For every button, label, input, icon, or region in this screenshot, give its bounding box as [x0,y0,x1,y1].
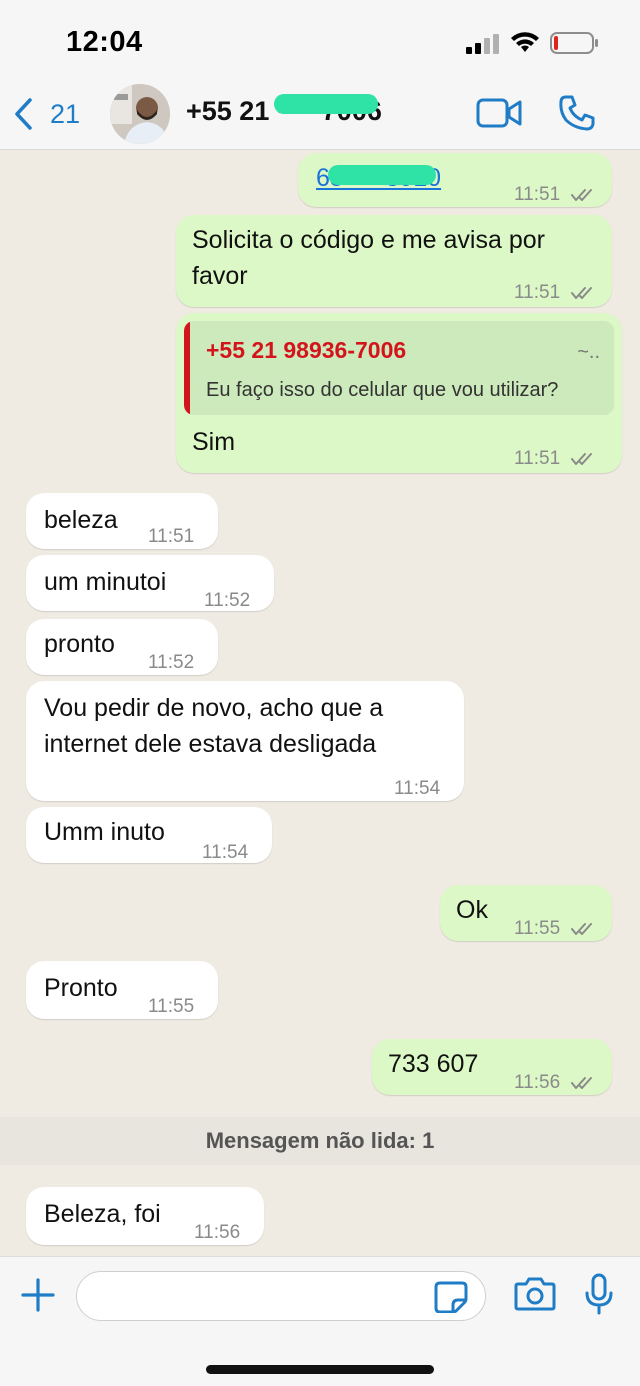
message-text: internet dele estava desligada [44,730,377,758]
message-text: um minutoi [44,568,167,596]
message-text: pronto [44,630,115,658]
message-time: 11:55 [148,996,195,1017]
video-call-icon[interactable] [476,96,522,130]
message-incoming[interactable]: Pronto 11:55 [26,961,218,1019]
message-time: 11:54 [394,778,441,799]
message-incoming[interactable]: Umm inuto 11:54 [26,807,272,863]
cellular-signal-icon [466,34,499,54]
message-outgoing[interactable]: Ok 11:55 [440,885,612,941]
read-ticks-icon [571,922,593,935]
composer-bar [0,1256,640,1386]
message-time: 11:51 [514,184,561,205]
message-incoming[interactable]: pronto 11:52 [26,619,218,675]
read-ticks-icon [571,452,593,465]
message-time: 11:52 [204,590,251,611]
home-indicator [206,1365,434,1374]
quote-author-marker: ~.. [577,341,600,363]
quote-author: +55 21 98936-7006 [206,337,407,363]
unread-divider: Mensagem não lida: 1 [0,1117,640,1165]
redaction-mark [328,165,436,185]
status-time: 12:04 [66,26,143,58]
read-ticks-icon [571,286,593,299]
message-text: Ok [456,896,488,924]
unread-divider-label: Mensagem não lida: 1 [205,1128,435,1153]
avatar-image [110,84,170,144]
phone-icon[interactable] [558,94,596,132]
status-bar: 12:04 [0,0,640,80]
message-time-wrap: 11:51 [514,275,597,310]
message-text: favor [192,262,248,290]
message-outgoing[interactable]: Solicita o código e me avisa por favor 1… [176,215,612,307]
quote-accent-bar [184,321,190,415]
read-ticks-icon [571,188,593,201]
message-time-wrap: 11:51 [514,441,597,476]
plus-icon[interactable] [20,1277,56,1313]
unread-chats-count: 21 [50,98,81,129]
message-time: 11:55 [514,918,561,939]
message-text: 733 607 [388,1050,479,1078]
sticker-icon[interactable] [434,1281,468,1313]
chevron-left-icon [15,98,32,130]
message-text: beleza [44,506,118,534]
message-time: 11:51 [514,448,561,469]
redaction-mark [274,94,378,114]
message-incoming[interactable]: beleza 11:51 [26,493,218,549]
message-outgoing[interactable]: 65·····3910 11:51 [298,153,612,207]
message-text: Solicita o código e me avisa por [192,226,545,254]
quoted-message[interactable]: +55 21 98936-7006 ~.. Eu faço isso do ce… [184,321,614,415]
microphone-icon[interactable] [584,1273,614,1315]
back-button[interactable]: 21 [12,94,80,134]
message-incoming[interactable]: um minutoi 11:52 [26,555,274,611]
avatar[interactable] [110,84,170,144]
message-outgoing[interactable]: 733 607 11:56 [372,1039,612,1095]
message-time-wrap: 11:55 [514,911,597,946]
wifi-icon [511,32,539,52]
message-time-wrap: 11:51 [514,177,597,212]
message-time: 11:52 [148,652,195,673]
message-time: 11:51 [514,282,561,303]
message-time: 11:56 [194,1222,241,1243]
battery-icon [550,32,598,54]
message-time: 11:56 [514,1072,561,1093]
message-input[interactable] [76,1271,486,1321]
message-incoming[interactable]: Beleza, foi 11:56 [26,1187,264,1245]
message-text: Pronto [44,974,118,1002]
message-time: 11:54 [202,842,249,863]
message-list[interactable]: 65·····3910 11:51 Solicita o código e me… [0,151,640,1256]
message-time-wrap: 11:56 [514,1065,597,1100]
quote-text: Eu faço isso do celular que vou utilizar… [206,379,559,401]
message-text: Beleza, foi [44,1200,161,1228]
message-text: Sim [192,428,236,456]
camera-icon[interactable] [514,1275,556,1311]
message-incoming[interactable]: Vou pedir de novo, acho que a internet d… [26,681,464,801]
read-ticks-icon [571,1076,593,1089]
chat-header: 21 +55 21 ·····7006 [0,80,640,150]
message-time: 11:51 [148,526,195,547]
message-text: Vou pedir de novo, acho que a [44,694,384,722]
message-outgoing-reply[interactable]: +55 21 98936-7006 ~.. Eu faço isso do ce… [176,313,622,473]
message-text: Umm inuto [44,818,165,846]
